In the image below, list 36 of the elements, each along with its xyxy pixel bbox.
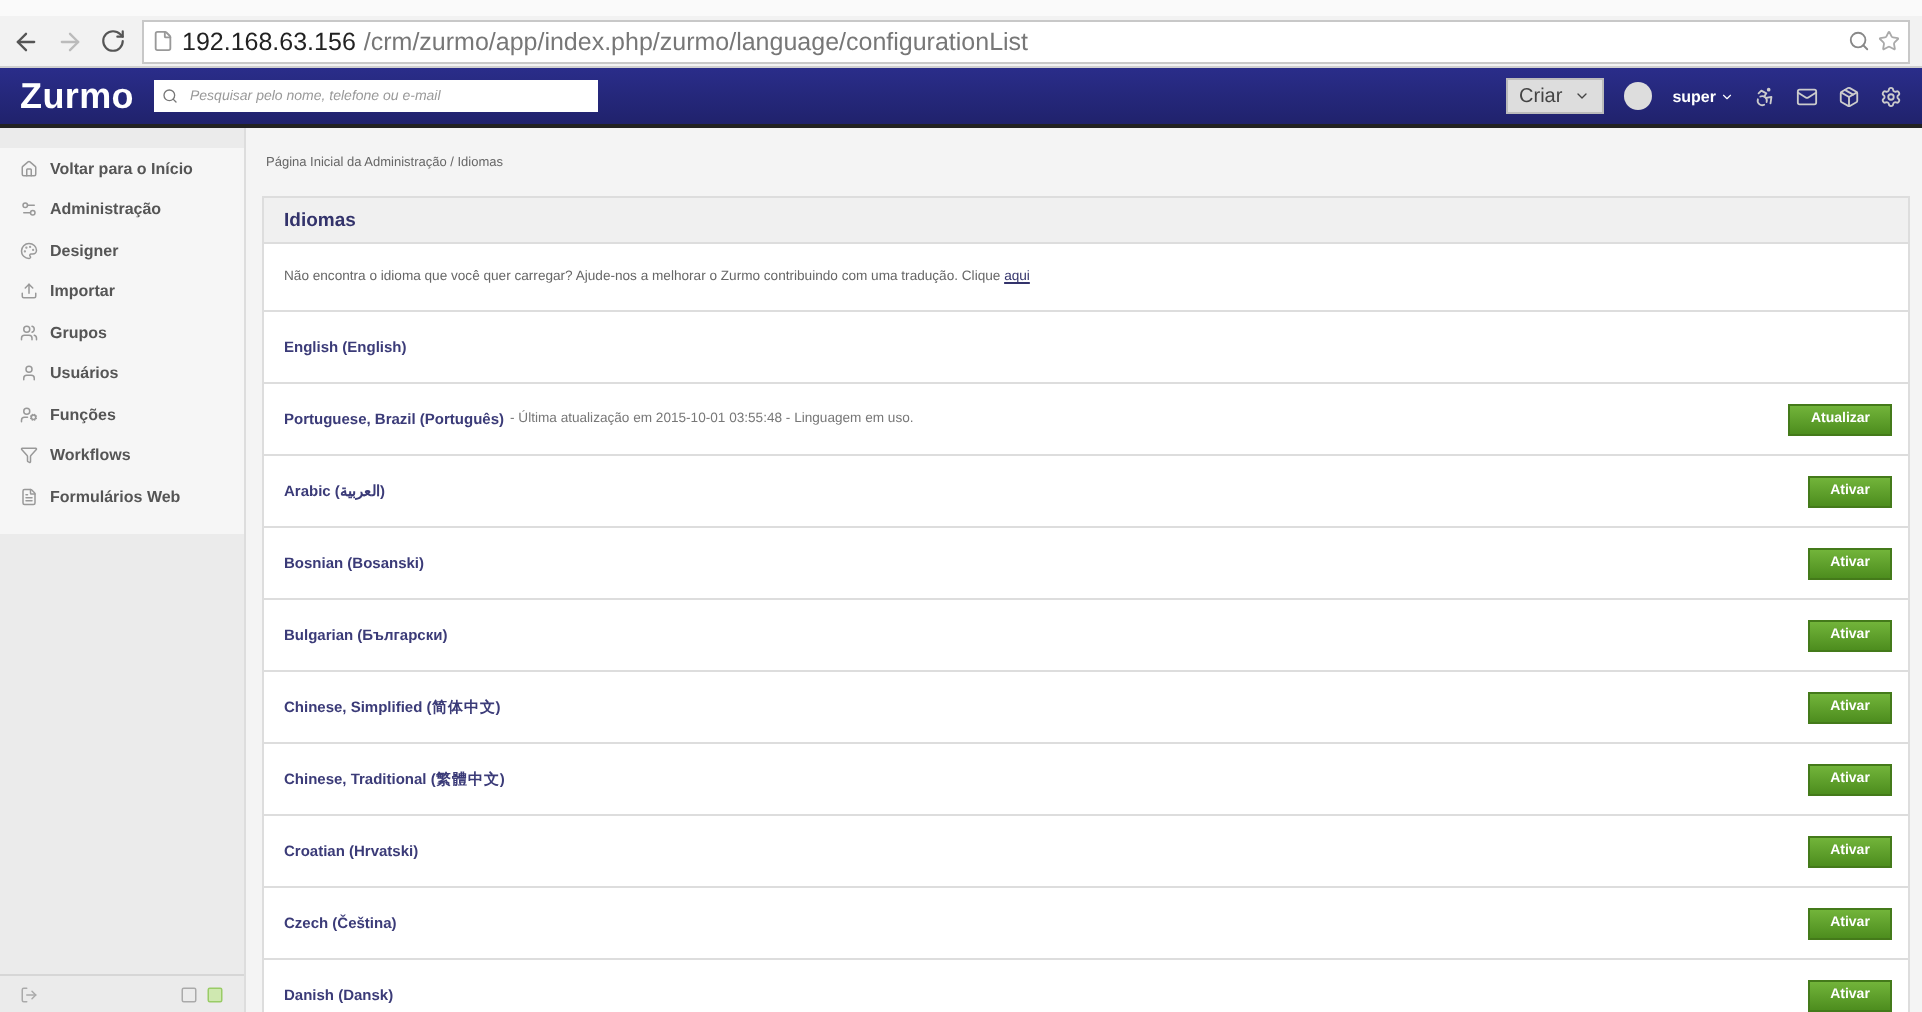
sidebar-item[interactable]: Administração	[0, 189, 244, 230]
avatar	[1624, 82, 1653, 110]
sliders-icon	[20, 200, 38, 219]
search-icon[interactable]	[162, 88, 178, 104]
sidebar-item[interactable]: Voltar para o Início	[0, 148, 244, 189]
people-icon	[20, 323, 38, 342]
bookmark-star-icon[interactable]	[1878, 30, 1900, 52]
back-icon[interactable]	[12, 27, 40, 55]
person-icon	[20, 364, 38, 383]
person-gear-icon	[20, 405, 38, 424]
panel-title: Idiomas	[284, 209, 356, 231]
reload-icon[interactable]	[100, 28, 126, 54]
sidebar-item[interactable]: Formulários Web	[0, 476, 244, 517]
upload-icon	[20, 282, 38, 301]
palette-icon	[20, 241, 38, 260]
caret-icon	[1720, 89, 1734, 103]
sidebar-item[interactable]: Workflows	[0, 435, 244, 476]
mail-icon[interactable]	[1796, 85, 1818, 107]
zurmo-logo[interactable]: Zurmo	[20, 75, 134, 117]
sidebar-item[interactable]: Grupos	[0, 312, 244, 353]
create-button[interactable]: Criar	[1505, 78, 1605, 114]
sidebar-item[interactable]: Funções	[0, 394, 244, 435]
sidebar-item[interactable]: Designer	[0, 230, 244, 271]
house-icon	[20, 159, 38, 178]
zoom-icon[interactable]	[1848, 30, 1870, 52]
settings-icon[interactable]	[1880, 85, 1902, 107]
sidebar-item[interactable]: Usuários	[0, 353, 244, 394]
sidebar-item[interactable]: Importar	[0, 271, 244, 312]
person-icon[interactable]	[1754, 85, 1776, 107]
document-icon	[20, 487, 38, 506]
page-icon	[152, 30, 174, 52]
user-menu[interactable]: super	[1672, 87, 1734, 105]
funnel-icon	[20, 446, 38, 465]
caret-icon	[1574, 88, 1591, 104]
address-field[interactable]: 192.168.63.156 /crm/zurmo/app/index.php/zurmo/language/configurationList	[142, 19, 1910, 63]
box-icon[interactable]	[1838, 85, 1860, 107]
